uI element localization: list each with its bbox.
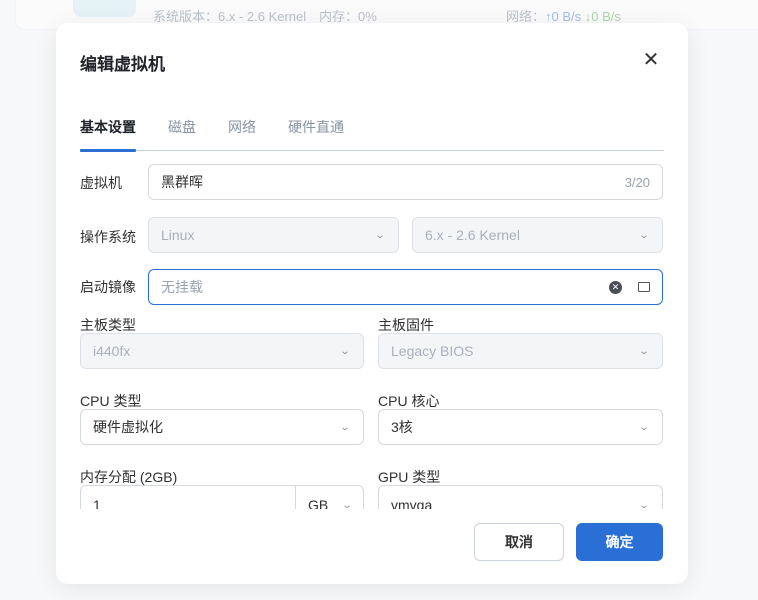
cpu-cores-label: CPU 核心 bbox=[378, 393, 440, 409]
os-type-select[interactable]: Linux ⌄ bbox=[148, 217, 399, 253]
memory-input-group: 1 GB ⌄ bbox=[80, 485, 364, 509]
close-icon[interactable]: ✕ bbox=[641, 50, 661, 70]
vm-icon bbox=[73, 0, 136, 17]
chevron-down-icon: ⌄ bbox=[638, 500, 650, 509]
tab-disk[interactable]: 磁盘 bbox=[168, 117, 196, 137]
os-type-value: Linux bbox=[161, 227, 195, 243]
net-up: ↑0 B/s bbox=[545, 9, 582, 24]
cpu-type-value: 硬件虚拟化 bbox=[93, 419, 163, 435]
boot-image-input[interactable]: 无挂载 ✕ bbox=[148, 269, 663, 305]
cpu-cores-value: 3核 bbox=[391, 419, 413, 435]
os-label: 操作系统 bbox=[80, 229, 136, 245]
vm-name-input[interactable]: 黑群晖 3/20 bbox=[148, 164, 663, 200]
chevron-down-icon: ⌄ bbox=[339, 346, 351, 357]
cpu-type-label: CPU 类型 bbox=[80, 393, 142, 409]
board-type-value: i440fx bbox=[93, 343, 131, 359]
firmware-value: Legacy BIOS bbox=[391, 343, 474, 359]
chevron-down-icon: ⌄ bbox=[374, 230, 386, 241]
tab-passthrough[interactable]: 硬件直通 bbox=[288, 117, 344, 137]
memory-unit-value: GB bbox=[308, 497, 329, 509]
cancel-button[interactable]: 取消 bbox=[474, 523, 564, 561]
firmware-select[interactable]: Legacy BIOS ⌄ bbox=[378, 333, 663, 369]
chevron-down-icon: ⌄ bbox=[638, 422, 650, 433]
chevron-down-icon: ⌄ bbox=[341, 500, 353, 509]
tab-network[interactable]: 网络 bbox=[228, 117, 256, 137]
tab-divider bbox=[80, 150, 664, 151]
scroll-area-clip: 内存分配 (2GB) 1 GB ⌄ GPU 类型 vmvga ⌄ bbox=[56, 463, 688, 509]
vm-name-label: 虚拟机 bbox=[80, 175, 122, 191]
chevron-down-icon: ⌄ bbox=[339, 422, 351, 433]
edit-vm-dialog: 编辑虚拟机 ✕ 基本设置 磁盘 网络 硬件直通 虚拟机 黑群晖 3/20 操作系… bbox=[56, 23, 688, 584]
gpu-type-select[interactable]: vmvga ⌄ bbox=[378, 485, 663, 509]
cpu-type-select[interactable]: 硬件虚拟化 ⌄ bbox=[80, 409, 364, 445]
tab-basic[interactable]: 基本设置 bbox=[80, 117, 136, 137]
os-version-select[interactable]: 6.x - 2.6 Kernel ⌄ bbox=[412, 217, 663, 253]
net-down: ↓0 B/s bbox=[584, 9, 621, 24]
firmware-label: 主板固件 bbox=[378, 317, 434, 333]
confirm-button[interactable]: 确定 bbox=[576, 523, 663, 561]
memory-unit-select[interactable]: GB ⌄ bbox=[295, 486, 363, 509]
chevron-down-icon: ⌄ bbox=[638, 346, 650, 357]
active-tab-indicator bbox=[80, 149, 136, 152]
board-type-select[interactable]: i440fx ⌄ bbox=[80, 333, 364, 369]
folder-icon[interactable] bbox=[638, 282, 650, 292]
memory-input[interactable]: 1 bbox=[81, 493, 295, 509]
clear-icon[interactable]: ✕ bbox=[609, 280, 622, 294]
boot-image-label: 启动镜像 bbox=[80, 279, 136, 295]
chevron-down-icon: ⌄ bbox=[638, 230, 650, 241]
gpu-type-label: GPU 类型 bbox=[378, 469, 441, 485]
gpu-type-value: vmvga bbox=[391, 497, 433, 509]
dialog-title: 编辑虚拟机 bbox=[80, 55, 165, 74]
network-label: 网络： bbox=[506, 9, 546, 24]
boot-image-placeholder: 无挂载 bbox=[161, 279, 203, 295]
board-type-label: 主板类型 bbox=[80, 317, 136, 333]
cpu-cores-select[interactable]: 3核 ⌄ bbox=[378, 409, 663, 445]
os-version-value: 6.x - 2.6 Kernel bbox=[425, 227, 520, 243]
memory-label: 内存分配 (2GB) bbox=[80, 469, 178, 485]
char-counter: 3/20 bbox=[624, 174, 650, 190]
vm-name-value: 黑群晖 bbox=[161, 174, 203, 190]
